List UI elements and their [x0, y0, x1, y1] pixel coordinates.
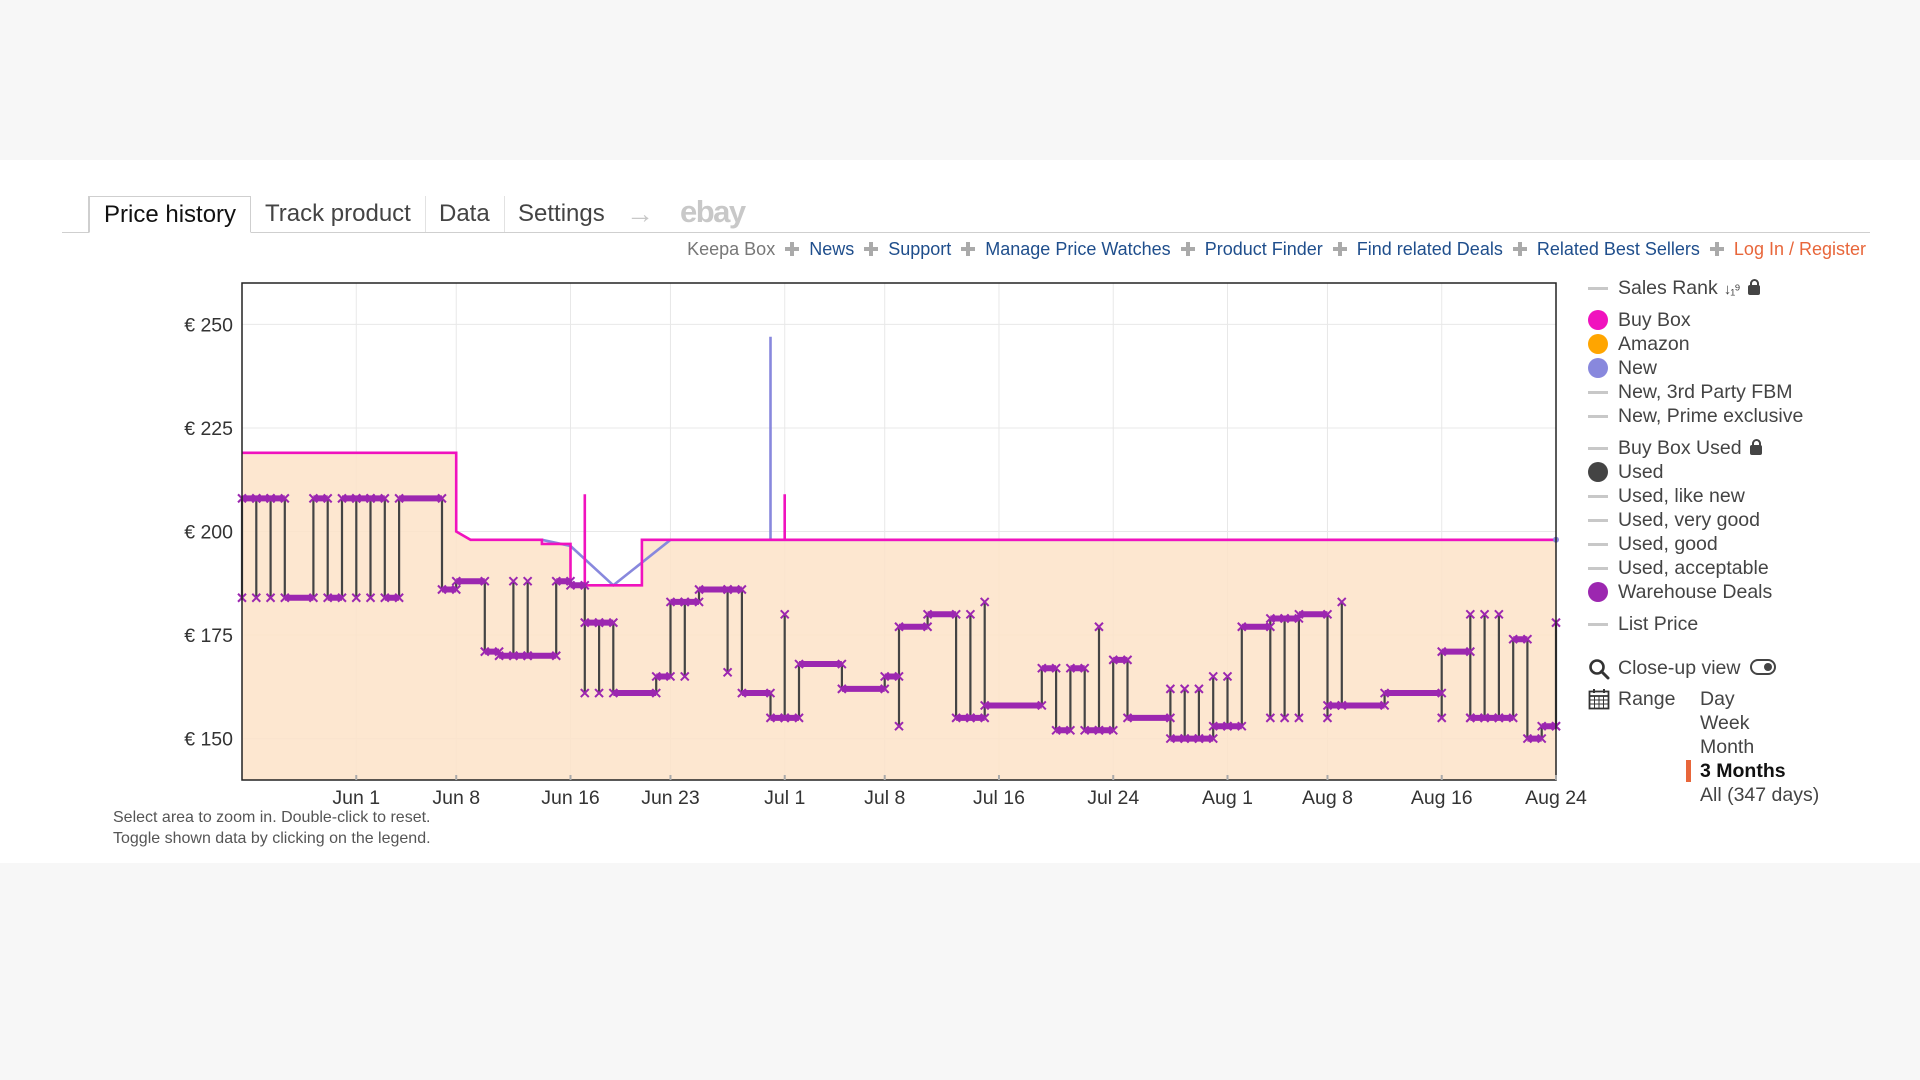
x-tick-label: Aug 1 — [1202, 787, 1253, 809]
legend-label: Used, like new — [1618, 485, 1745, 507]
x-tick-label: Aug 8 — [1302, 787, 1353, 809]
legend-label: Amazon — [1618, 333, 1690, 355]
search-icon — [1589, 659, 1610, 680]
x-tick-label: Jul 1 — [764, 787, 805, 809]
range-day[interactable]: Day — [1700, 687, 1735, 711]
range-label: Range — [1618, 688, 1676, 710]
lock-icon — [1749, 439, 1762, 455]
x-tick-label: Jun 1 — [332, 787, 380, 809]
range-active-indicator — [1686, 760, 1691, 782]
range-all[interactable]: All (347 days) — [1700, 783, 1819, 807]
sort-icon[interactable]: ↓₁⁹ — [1724, 281, 1741, 298]
x-tick-label: Aug 24 — [1525, 787, 1587, 809]
closeup-label: Close-up view — [1618, 657, 1741, 679]
legend-dot-marker — [1588, 462, 1608, 482]
x-tick-label: Jun 8 — [432, 787, 480, 809]
toggle-icon[interactable] — [1750, 659, 1777, 675]
legend-line-marker — [1588, 385, 1608, 399]
range-3-months[interactable]: 3 Months — [1700, 759, 1786, 783]
legend-dot-marker — [1588, 582, 1608, 602]
legend-line-marker — [1588, 513, 1608, 527]
legend-line-marker — [1588, 441, 1608, 455]
calendar-icon — [1588, 689, 1610, 710]
legend-dot-marker — [1588, 358, 1608, 378]
x-tick-label: Jun 16 — [541, 787, 600, 809]
legend-line-marker — [1588, 281, 1608, 295]
x-tick-label: Aug 16 — [1411, 787, 1473, 809]
range-week[interactable]: Week — [1700, 711, 1750, 735]
legend-line-marker — [1588, 537, 1608, 551]
y-tick-label: € 175 — [184, 625, 233, 647]
legend-label: New — [1618, 357, 1658, 379]
y-tick-label: € 250 — [184, 314, 233, 336]
zoom-hint: Select area to zoom in. Double-click to … — [113, 809, 431, 826]
legend-label: Buy Box Used — [1618, 437, 1742, 459]
legend-label: List Price — [1618, 613, 1699, 635]
legend-label: Used, very good — [1618, 509, 1760, 531]
y-tick-label: € 200 — [184, 522, 233, 544]
legend-label: Used — [1618, 461, 1664, 483]
legend-line-marker — [1588, 409, 1608, 423]
legend-hint: Toggle shown data by clicking on the leg… — [113, 830, 431, 847]
legend-dot-marker — [1588, 334, 1608, 354]
legend-label: Used, acceptable — [1618, 557, 1769, 579]
range-month[interactable]: Month — [1700, 735, 1754, 759]
legend-label: New, 3rd Party FBM — [1618, 381, 1793, 403]
x-tick-label: Jul 16 — [973, 787, 1025, 809]
legend-line-marker — [1588, 617, 1608, 631]
x-tick-label: Jul 24 — [1087, 787, 1139, 809]
legend-label: Buy Box — [1618, 309, 1691, 331]
x-tick-label: Jul 8 — [864, 787, 905, 809]
legend-line-marker — [1588, 489, 1608, 503]
legend-line-marker — [1588, 561, 1608, 575]
lock-icon — [1747, 279, 1760, 295]
legend-label: Sales Rank — [1618, 277, 1718, 299]
y-tick-label: € 150 — [184, 729, 233, 751]
y-tick-label: € 225 — [184, 418, 233, 440]
legend-label: New, Prime exclusive — [1618, 405, 1804, 427]
legend-label: Warehouse Deals — [1618, 581, 1773, 603]
x-tick-label: Jun 23 — [641, 787, 700, 809]
legend-dot-marker: .d-bb::before{background:#f012be} — [1588, 310, 1608, 330]
legend-label: Used, good — [1618, 533, 1718, 555]
